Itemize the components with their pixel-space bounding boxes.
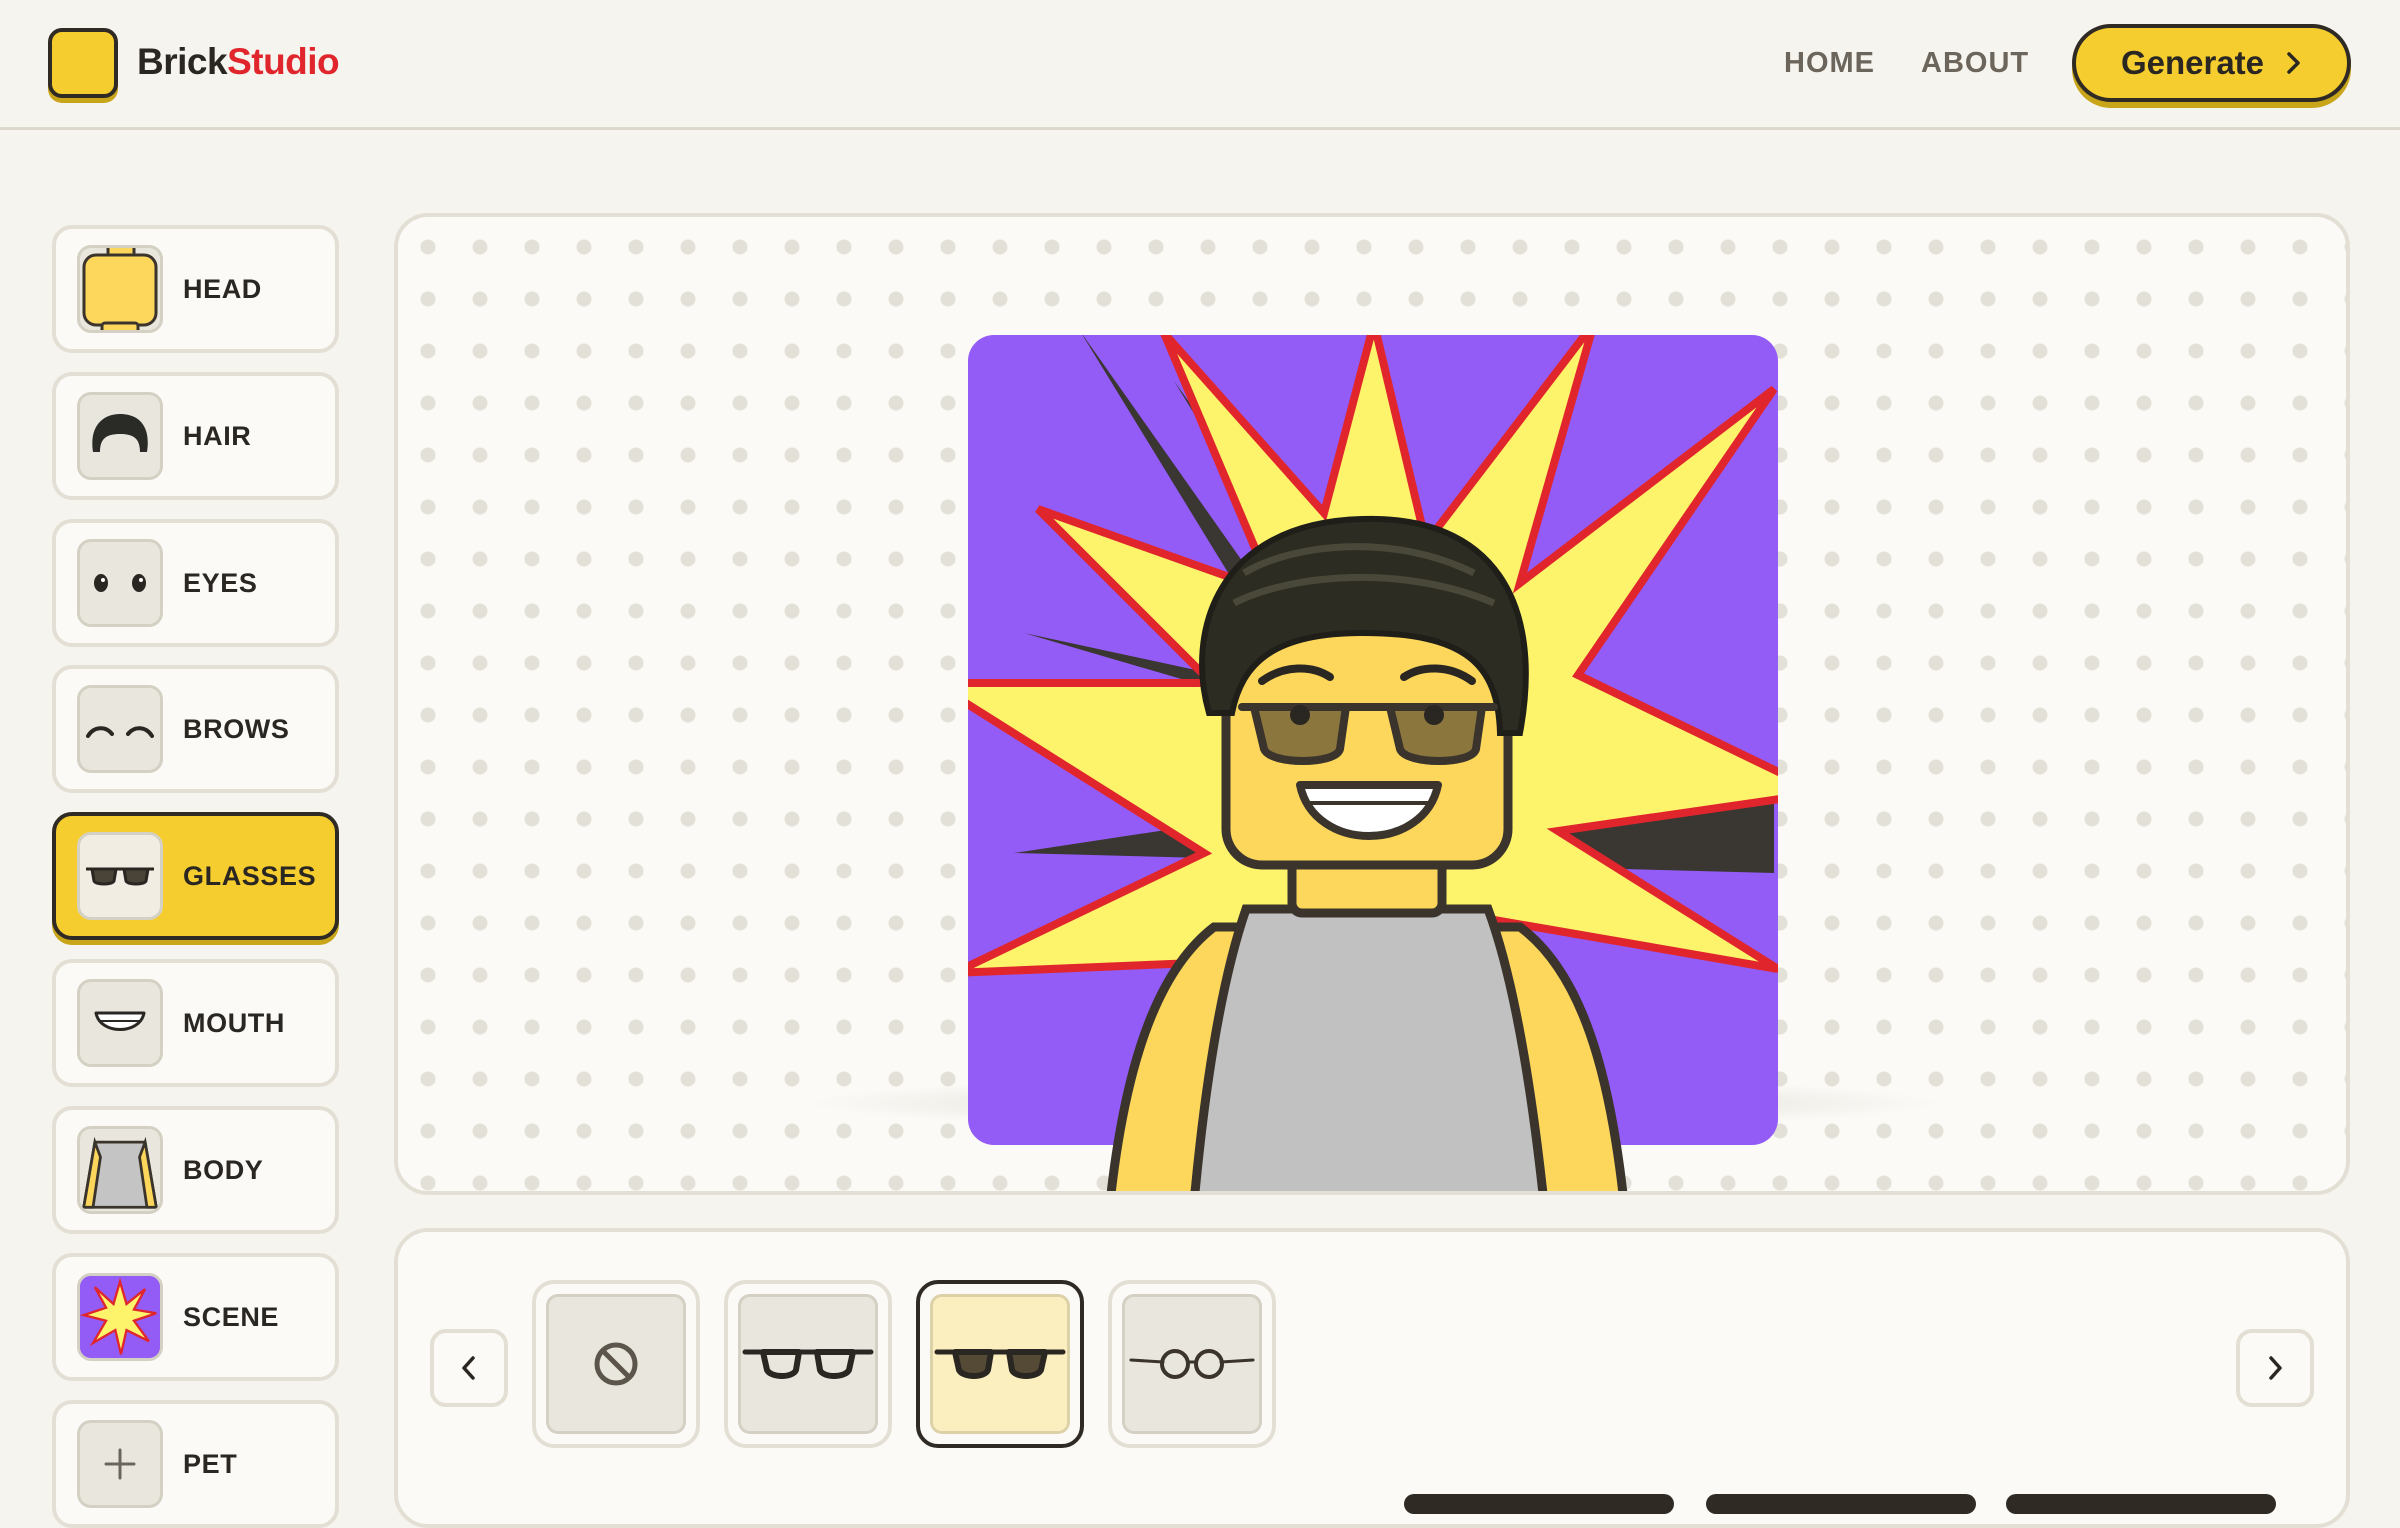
brand-name-part1: Brick: [137, 41, 228, 82]
chevron-left-icon: [462, 1356, 475, 1380]
sidebar-item-scene[interactable]: SCENE: [52, 1253, 339, 1381]
nav-home-link[interactable]: HOME: [1784, 47, 1875, 80]
option-black-frame-glasses[interactable]: [724, 1280, 892, 1448]
sidebar-item-label: PET: [183, 1449, 238, 1479]
eyes-icon: [77, 539, 163, 627]
brand-name-part2: Studio: [227, 41, 340, 82]
sidebar-item-brows[interactable]: BROWS: [52, 665, 339, 793]
sidebar-item-label: EYES: [183, 568, 258, 598]
next-arrow-button[interactable]: [2236, 1329, 2314, 1407]
sidebar-item-body[interactable]: BODY: [52, 1106, 339, 1234]
body-icon: [77, 1126, 163, 1214]
top-bar: BrickStudio HOME ABOUT Generate: [0, 0, 2400, 130]
generate-button-label: Generate: [2120, 44, 2265, 81]
sidebar-item-label: GLASSES: [183, 861, 317, 891]
logo-brick-icon[interactable]: [48, 28, 118, 98]
option-none[interactable]: [532, 1280, 700, 1448]
scene-icon: [77, 1273, 163, 1361]
bottom-tab-edge: [2006, 1494, 2276, 1514]
round-glasses-icon: [1129, 1349, 1255, 1379]
minifigure-preview: [804, 335, 1944, 1191]
option-round-glasses[interactable]: [1108, 1280, 1276, 1448]
head-icon: [77, 245, 163, 333]
sidebar-item-eyes[interactable]: EYES: [52, 519, 339, 647]
bottom-tab-edge: [1404, 1494, 1674, 1514]
preview-canvas: [394, 213, 2350, 1195]
chevron-right-icon: [2287, 52, 2300, 74]
sidebar-item-glasses[interactable]: GLASSES: [52, 812, 339, 940]
sidebar-item-label: HAIR: [183, 421, 252, 451]
sidebar-item-hair[interactable]: HAIR: [52, 372, 339, 500]
sidebar-item-pet[interactable]: PET: [52, 1400, 339, 1528]
option-sunglasses[interactable]: [916, 1280, 1084, 1448]
sidebar-item-label: SCENE: [183, 1302, 280, 1332]
brand-logo-text[interactable]: BrickStudio: [137, 41, 340, 83]
plus-icon: [77, 1420, 163, 1508]
bottom-tab-edge: [1706, 1494, 1976, 1514]
brows-icon: [77, 685, 163, 773]
sidebar-item-head[interactable]: HEAD: [52, 225, 339, 353]
sidebar-item-label: MOUTH: [183, 1008, 285, 1038]
chevron-right-icon: [2269, 1356, 2282, 1380]
no-entry-icon: [594, 1342, 638, 1386]
sidebar-item-mouth[interactable]: MOUTH: [52, 959, 339, 1087]
sidebar-item-label: HEAD: [183, 274, 262, 304]
nav-about-link[interactable]: ABOUT: [1921, 47, 2029, 80]
generate-button[interactable]: Generate: [2072, 24, 2351, 102]
prev-arrow-button[interactable]: [430, 1329, 508, 1407]
sunglasses-icon: [934, 1349, 1066, 1379]
glasses-icon: [742, 1349, 874, 1379]
glasses-icon: [77, 832, 163, 920]
mouth-icon: [77, 979, 163, 1067]
sidebar-item-label: BODY: [183, 1155, 264, 1185]
hair-icon: [77, 392, 163, 480]
sidebar-item-label: BROWS: [183, 714, 290, 744]
